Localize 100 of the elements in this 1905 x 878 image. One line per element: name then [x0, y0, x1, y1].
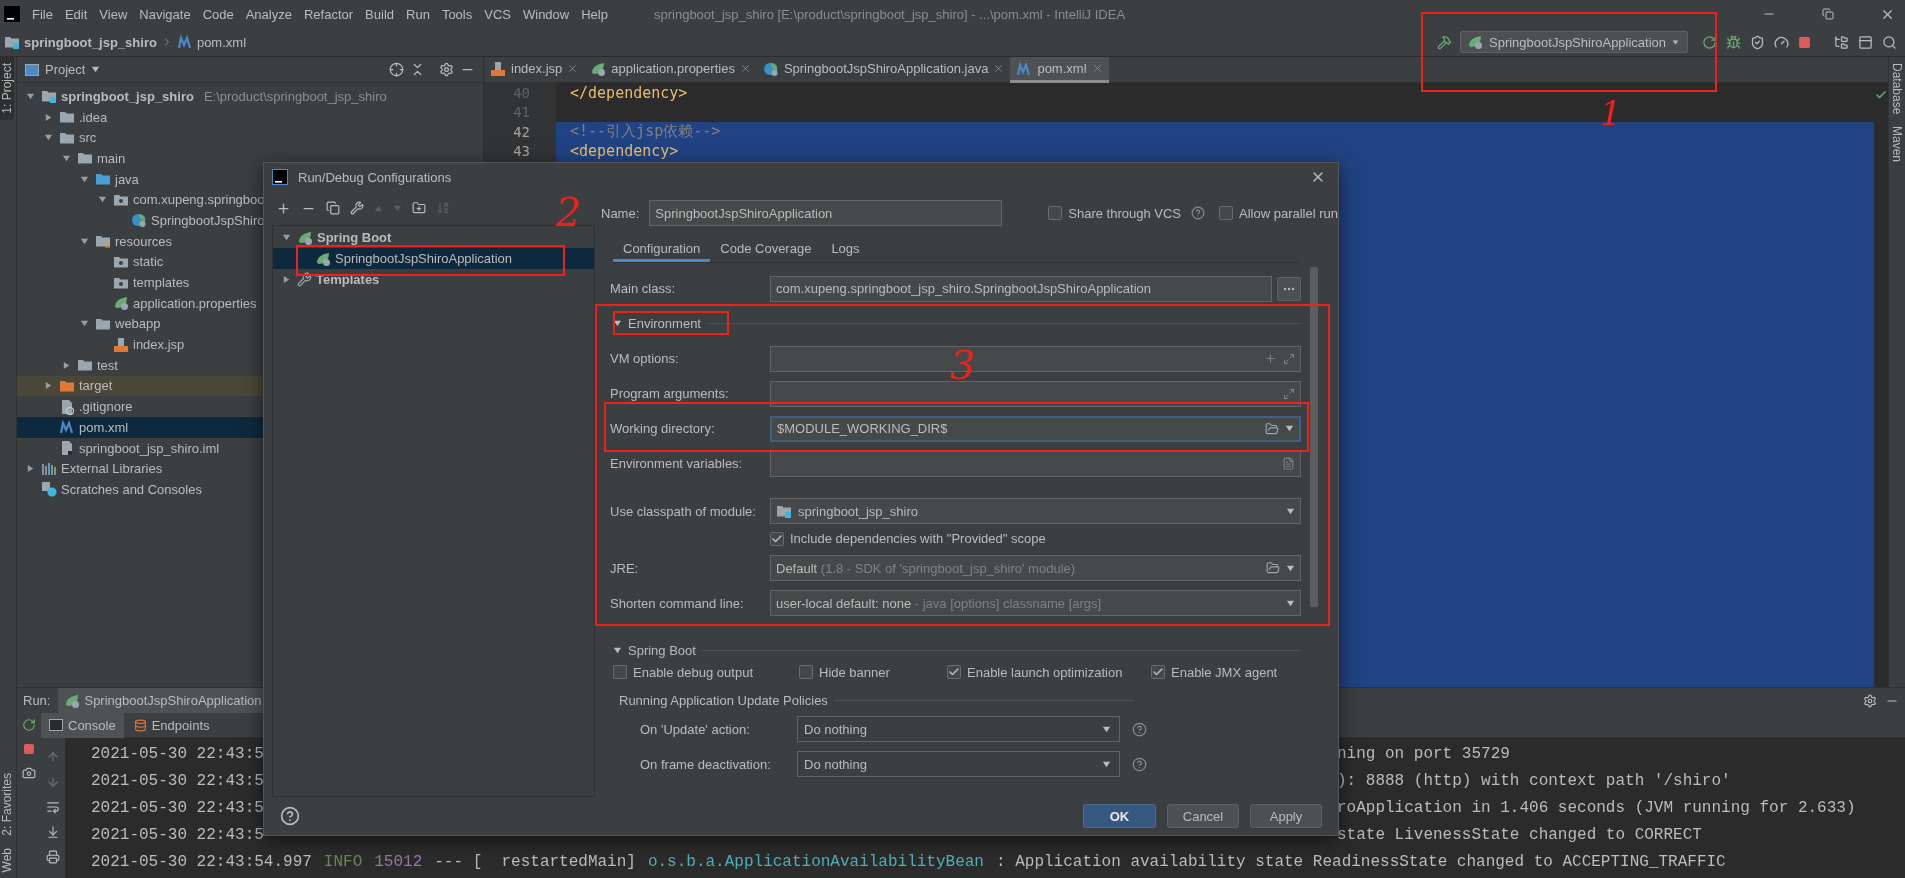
collapse-arrow-icon[interactable] [61, 153, 71, 163]
menu-item[interactable]: Tools [435, 6, 479, 22]
breadcrumb[interactable]: pom.xml [176, 34, 247, 50]
collapse-arrow-icon[interactable] [43, 133, 53, 143]
copy-icon[interactable] [326, 201, 340, 215]
tool-window-tab[interactable]: Web [0, 841, 14, 878]
camera-icon[interactable] [22, 766, 36, 780]
help-icon[interactable] [1191, 206, 1205, 220]
stop-icon[interactable] [23, 743, 35, 755]
checkbox[interactable] [770, 531, 784, 546]
tree-item[interactable]: External Libraries [17, 458, 483, 480]
tree-item[interactable]: index.jsp [17, 334, 483, 355]
tab[interactable]: Logs [821, 237, 870, 262]
document-icon[interactable] [1282, 457, 1295, 470]
editor-tab[interactable]: index.jsp [484, 57, 585, 83]
menu-item[interactable]: Navigate [133, 6, 197, 22]
collapse-arrow-icon[interactable] [97, 195, 107, 205]
tool-window-tab[interactable]: Maven [1889, 120, 1905, 169]
main-class-field[interactable]: com.xupeng.springboot_jsp_shiro.SpringbootJspShiroApplication [770, 275, 1272, 302]
expand-icon[interactable] [1283, 352, 1295, 365]
collapse-arrow-icon[interactable] [79, 174, 89, 184]
jre-dropdown[interactable]: Default (1.8 - SDK of 'springboot_jsp_shiro' module) [770, 555, 1301, 581]
collapse-arrow-icon[interactable] [25, 91, 35, 101]
tree-item[interactable]: Scratches and Consoles [17, 479, 483, 500]
config-item[interactable]: Templates [273, 269, 384, 290]
expand-arrow-icon[interactable] [43, 381, 53, 391]
config-item[interactable]: SpringbootJspShiroApplication [273, 248, 594, 269]
gauge-icon[interactable] [1774, 34, 1789, 50]
help-icon[interactable] [1132, 721, 1147, 737]
tool-window-tab[interactable]: 1: Project [0, 57, 14, 120]
settings-icon[interactable] [1863, 693, 1877, 708]
menu-item[interactable]: Build [359, 6, 400, 22]
console-tab[interactable]: Endpoints [125, 712, 218, 738]
checkbox[interactable] [799, 665, 813, 679]
menu-item[interactable]: File [26, 6, 59, 22]
editor-tab[interactable]: SpringbootJspShiroApplication.java [756, 57, 1011, 83]
close-icon[interactable] [567, 63, 579, 74]
locate-icon[interactable] [389, 62, 404, 77]
tree-item[interactable]: springboot_jsp_shiro E:\product\springboot_jsp_shiro [17, 86, 483, 107]
close-icon[interactable] [739, 63, 751, 74]
console-tab[interactable]: Console [41, 712, 124, 738]
dropdown-arrow-icon[interactable] [91, 65, 101, 74]
breadcrumb[interactable]: springboot_jsp_shiro [4, 34, 157, 50]
collapse-arrow-icon[interactable] [79, 236, 89, 246]
folder-tree-icon[interactable] [1834, 34, 1849, 50]
tree-item[interactable]: application.properties [17, 292, 483, 314]
menu-item[interactable]: Window [516, 6, 576, 22]
help-icon[interactable] [280, 806, 300, 826]
expand-icon[interactable] [1283, 387, 1295, 400]
search-icon[interactable] [1882, 34, 1897, 50]
expand-arrow-icon[interactable] [61, 360, 71, 370]
close-icon[interactable] [993, 63, 1005, 74]
plus-icon[interactable] [276, 200, 291, 216]
collapse-arrow-icon[interactable] [79, 319, 89, 329]
dialog-button[interactable]: Cancel [1167, 804, 1239, 828]
shield-icon[interactable] [1750, 34, 1765, 50]
tool-window-tab[interactable]: Database [1889, 57, 1905, 121]
tree-item[interactable]: .gitignore [17, 396, 483, 417]
menu-item[interactable]: Run [400, 6, 436, 22]
panel-title[interactable]: Project [45, 62, 86, 77]
menu-item[interactable]: Help [575, 6, 614, 22]
collapse-arrow-icon[interactable] [613, 645, 622, 655]
collapse-arrow-icon[interactable] [613, 319, 622, 328]
tree-item[interactable]: webapp [17, 313, 483, 335]
checkbox[interactable] [947, 665, 961, 679]
plus-icon[interactable] [1264, 352, 1277, 365]
policy-dropdown[interactable]: Do nothing [797, 751, 1120, 777]
checkbox[interactable] [1151, 665, 1165, 679]
dropdown-arrow-icon[interactable] [1286, 563, 1295, 573]
tree-item[interactable]: main [17, 148, 483, 169]
scrollbar-thumb[interactable] [1309, 267, 1318, 607]
checkbox[interactable] [1048, 206, 1063, 220]
menu-item[interactable]: View [93, 6, 134, 22]
expand-arrow-icon[interactable] [281, 275, 291, 284]
tree-item[interactable]: springboot_jsp_shiro.iml [17, 437, 483, 459]
down-icon[interactable] [46, 775, 60, 789]
checkbox[interactable] [613, 665, 627, 679]
menu-item[interactable]: Edit [58, 6, 94, 22]
name-field[interactable]: SpringbootJspShiroApplication [649, 200, 1003, 226]
menu-item[interactable]: Analyze [239, 6, 298, 22]
dialog-button[interactable]: OK [1083, 804, 1156, 828]
bug-icon[interactable] [1726, 34, 1741, 50]
checkbox[interactable] [1219, 206, 1233, 220]
hammer-icon[interactable] [1437, 34, 1452, 50]
menu-item[interactable]: Refactor [297, 6, 360, 22]
rerun-icon[interactable] [22, 718, 36, 732]
scroll-end-icon[interactable] [46, 825, 60, 839]
folder-icon[interactable] [1266, 561, 1280, 575]
stop-icon[interactable] [1798, 35, 1811, 49]
settings-icon[interactable] [439, 62, 454, 77]
tree-item[interactable]: com.xupeng.springboo [17, 189, 483, 211]
module-dropdown[interactable]: springboot_jsp_shiro [770, 498, 1301, 524]
restore-icon[interactable] [1822, 8, 1834, 20]
editor-tab[interactable]: pom.xml [1010, 57, 1109, 83]
expand-arrow-icon[interactable] [43, 112, 53, 122]
editor-tab[interactable]: application.properties [584, 57, 757, 83]
arguments-field[interactable] [770, 380, 1301, 407]
tree-item[interactable]: src [17, 127, 483, 149]
variables-field[interactable] [770, 450, 1301, 477]
print-icon[interactable] [46, 850, 60, 864]
